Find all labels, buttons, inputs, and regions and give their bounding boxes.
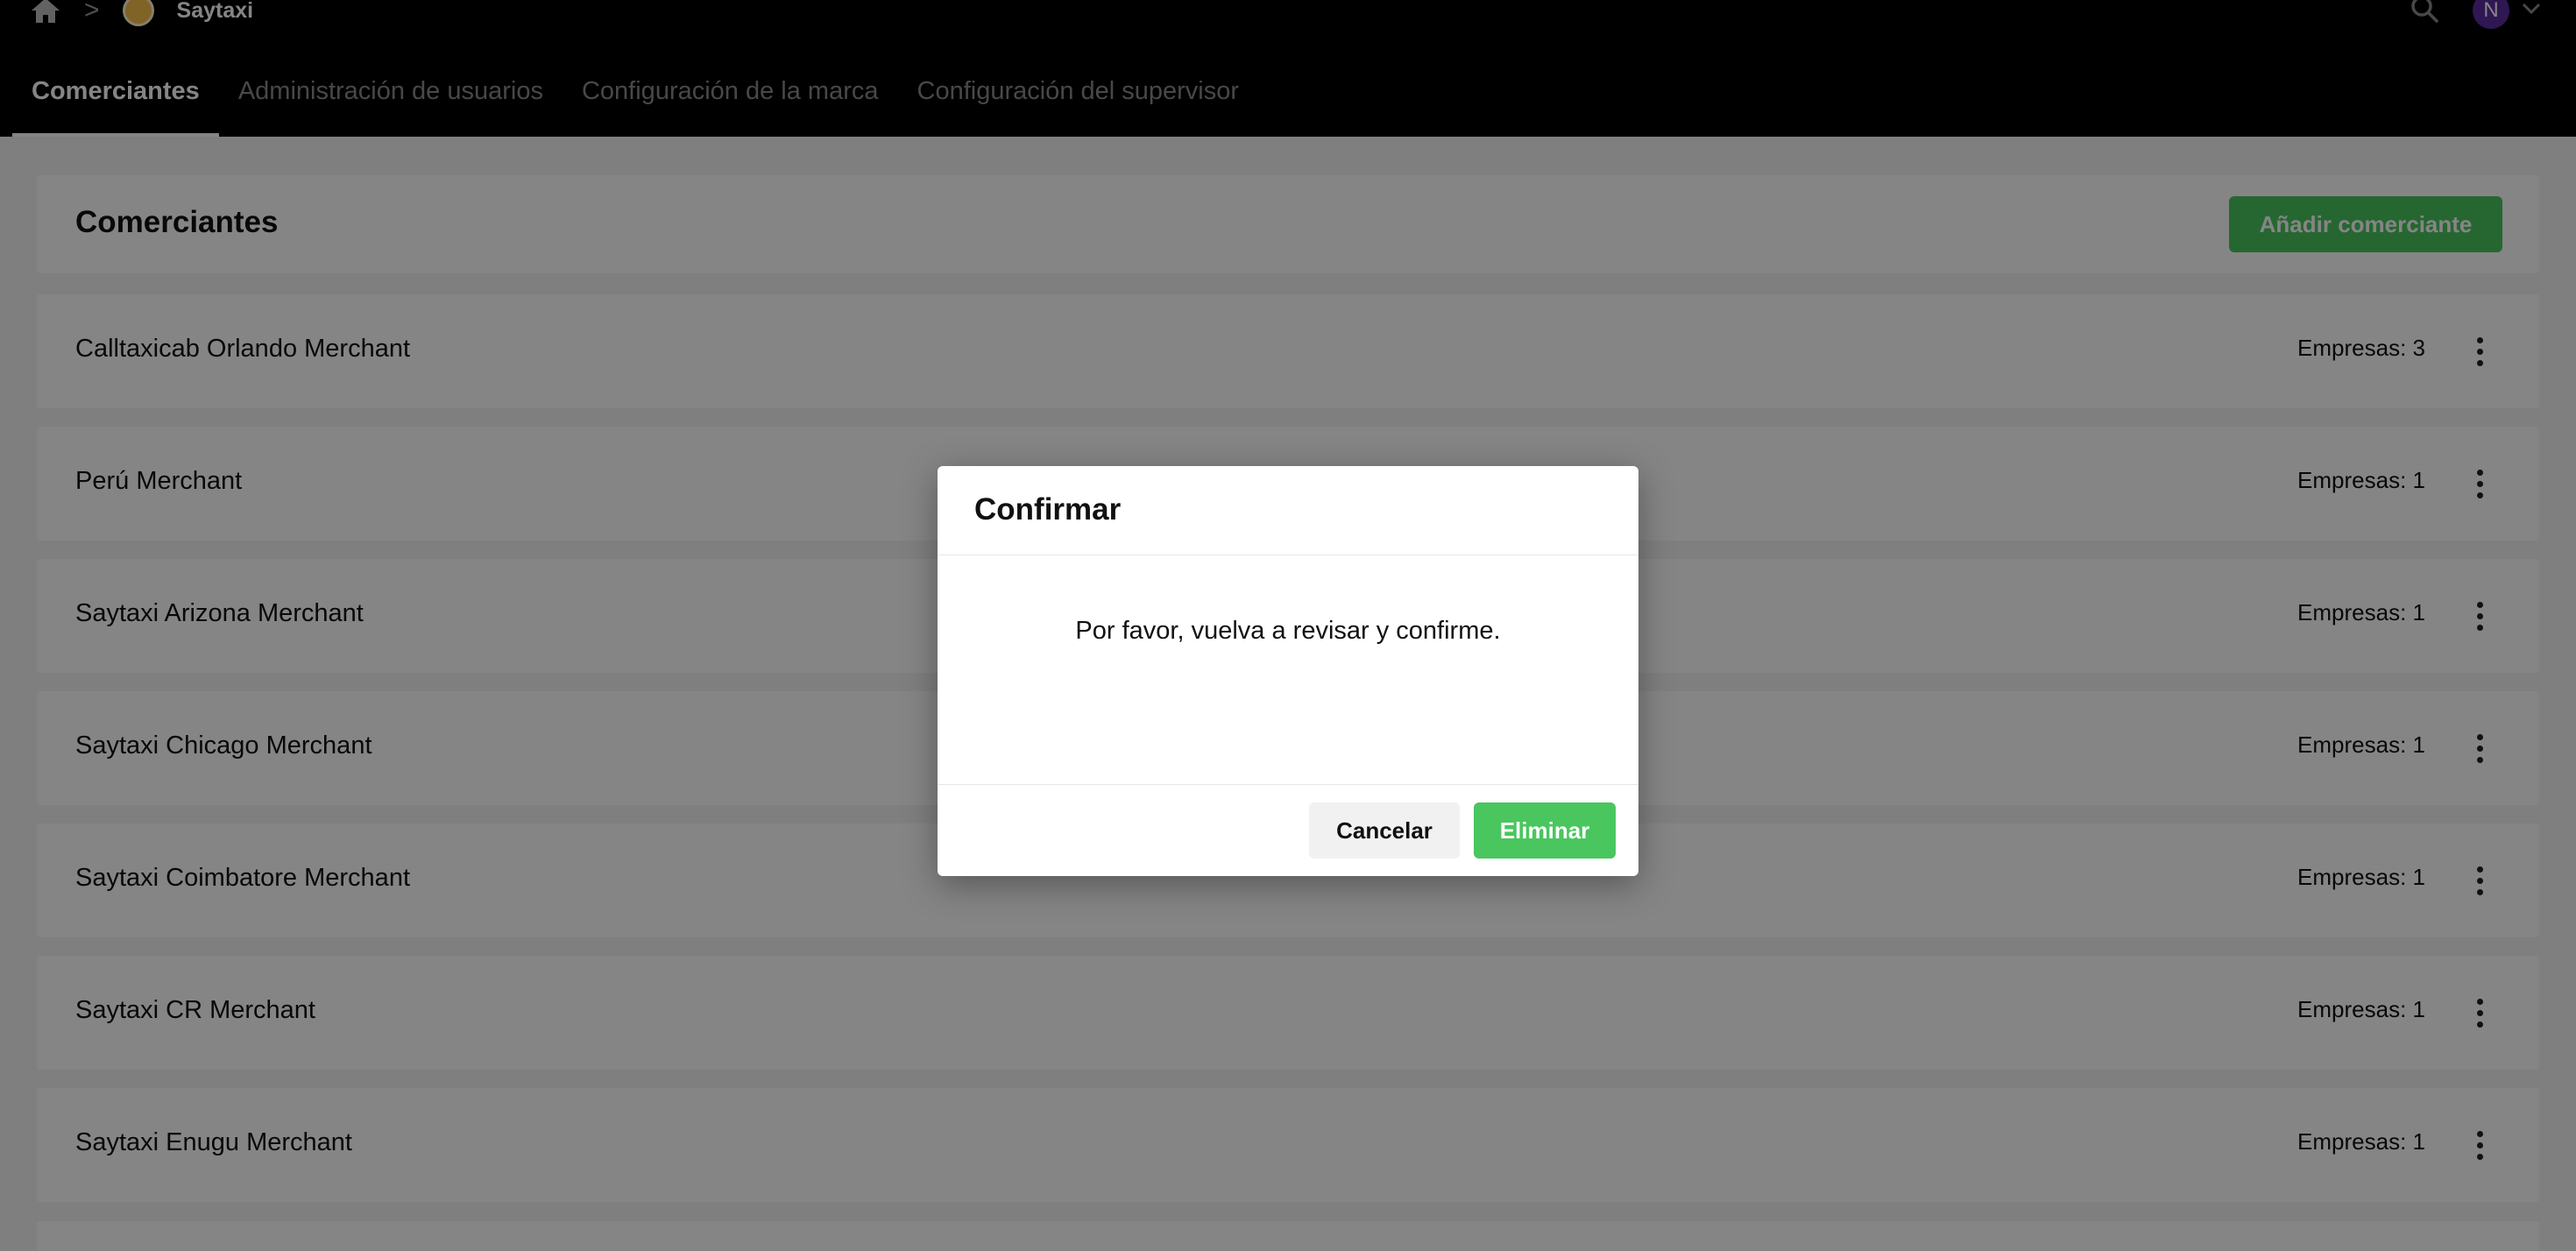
dialog-message: Por favor, vuelva a revisar y confirme. <box>1075 617 1501 645</box>
dialog-header: Confirmar <box>938 466 1638 555</box>
delete-button[interactable]: Eliminar <box>1474 802 1616 859</box>
dialog-footer: Cancelar Eliminar <box>938 785 1638 876</box>
dialog-body: Por favor, vuelva a revisar y confirme. <box>938 555 1638 785</box>
confirm-dialog: Confirmar Por favor, vuelva a revisar y … <box>938 466 1638 876</box>
cancel-button[interactable]: Cancelar <box>1309 802 1460 859</box>
dialog-title: Confirmar <box>974 492 1122 527</box>
